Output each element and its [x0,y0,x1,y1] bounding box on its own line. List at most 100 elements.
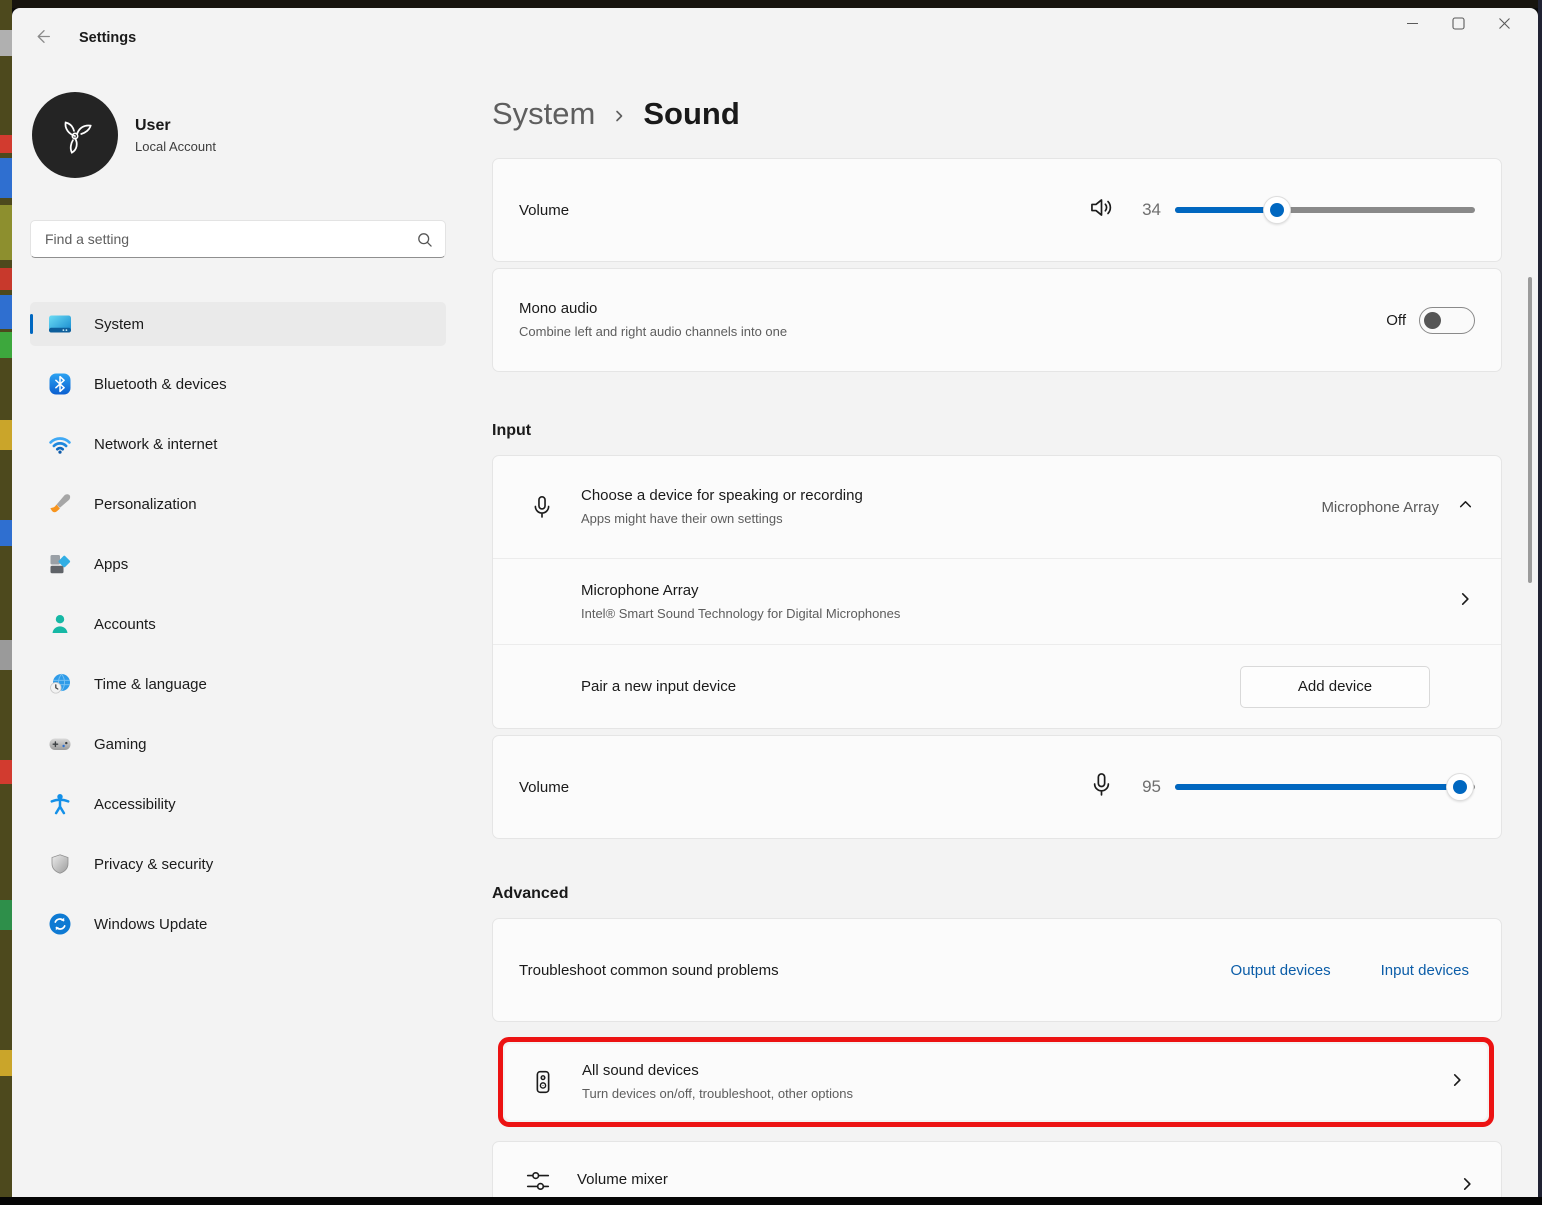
input-devices-link[interactable]: Input devices [1381,962,1469,979]
advanced-section-header: Advanced [492,885,1502,903]
sidebar-item-label: Personalization [94,496,197,513]
sidebar-item-accounts[interactable]: Accounts [30,602,446,646]
chevron-up-icon[interactable] [1458,497,1473,517]
refresh-icon [48,912,72,936]
mono-audio-description: Combine left and right audio channels in… [519,323,787,341]
input-volume-label: Volume [519,779,569,796]
chevron-right-icon [1449,1072,1465,1093]
all-sound-devices-row[interactable]: All sound devices Turn devices on/off, t… [505,1044,1487,1120]
desktop-background-edge [0,0,12,1197]
all-sound-devices-description: Turn devices on/off, troubleshoot, other… [582,1085,853,1103]
sidebar-item-label: System [94,316,144,333]
breadcrumb: System Sound [492,92,1502,136]
wifi-icon [48,432,72,456]
input-volume-card: Volume 95 [492,735,1502,839]
system-icon [48,312,72,336]
sidebar-item-system[interactable]: System [30,302,446,346]
search-input[interactable] [31,221,445,257]
settings-window: Settings User Local Account [12,8,1538,1197]
mixer-sliders-icon [525,1168,551,1194]
microphone-icon[interactable] [1088,771,1115,803]
sidebar-item-label: Bluetooth & devices [94,376,227,393]
red-highlight-annotation: All sound devices Turn devices on/off, t… [498,1037,1494,1127]
sidebar-item-time-language[interactable]: Time & language [30,662,446,706]
choose-input-device-title: Choose a device for speaking or recordin… [581,486,863,506]
user-name: User [135,117,216,135]
slider-thumb[interactable] [1446,773,1474,801]
speaker-icon[interactable] [1088,194,1115,226]
input-volume-value: 95 [1137,777,1161,797]
input-section-header: Input [492,422,1502,440]
person-icon [48,612,72,636]
all-sound-devices-title: All sound devices [582,1061,853,1081]
close-button[interactable] [1481,8,1527,44]
input-volume-slider[interactable] [1175,773,1475,801]
chevron-right-icon [1459,1176,1475,1197]
apps-icon [48,552,72,576]
mono-audio-title: Mono audio [519,299,787,319]
maximize-button[interactable] [1435,8,1481,44]
sidebar-item-apps[interactable]: Apps [30,542,446,586]
sidebar-item-label: Network & internet [94,436,217,453]
search-icon[interactable] [417,232,433,253]
sidebar-item-label: Windows Update [94,916,207,933]
sidebar-item-personalization[interactable]: Personalization [30,482,446,526]
back-button[interactable] [26,24,60,54]
mono-audio-toggle[interactable] [1419,307,1475,334]
main-content: System Sound Volume 34 [492,68,1502,1197]
sidebar-item-windows-update[interactable]: Windows Update [30,902,446,946]
user-account-type: Local Account [135,139,216,154]
output-volume-value: 34 [1137,200,1161,220]
gamepad-icon [48,732,72,756]
input-device-description: Intel® Smart Sound Technology for Digita… [581,605,900,623]
pair-device-label: Pair a new input device [581,678,736,695]
output-volume-label: Volume [519,202,569,219]
speaker-cabinet-icon [530,1069,556,1095]
input-device-name: Microphone Array [581,581,900,601]
close-icon [1497,16,1512,36]
sidebar-item-accessibility[interactable]: Accessibility [30,782,446,826]
toggle-knob [1424,312,1441,329]
pair-input-device-row: Pair a new input device Add device [493,645,1501,728]
volume-mixer-row[interactable]: Volume mixer [492,1141,1502,1197]
user-avatar-razer-logo [32,92,118,178]
sidebar-item-label: Accessibility [94,796,176,813]
output-volume-card: Volume 34 [492,158,1502,262]
titlebar: Settings [12,8,1538,68]
sidebar: User Local Account System Bluetooth & [12,68,484,1197]
choose-input-device-row[interactable]: Choose a device for speaking or recordin… [493,456,1501,559]
troubleshoot-label: Troubleshoot common sound problems [519,962,779,979]
breadcrumb-chevron-icon [612,109,626,123]
minimize-button[interactable] [1389,8,1435,44]
sidebar-item-bluetooth-devices[interactable]: Bluetooth & devices [30,362,446,406]
sidebar-item-label: Apps [94,556,128,573]
input-devices-card: Choose a device for speaking or recordin… [492,455,1502,729]
slider-thumb[interactable] [1263,196,1291,224]
sidebar-item-network-internet[interactable]: Network & internet [30,422,446,466]
output-volume-slider[interactable] [1175,196,1475,224]
sidebar-item-label: Accounts [94,616,156,633]
microphone-icon [529,494,555,520]
output-devices-link[interactable]: Output devices [1231,962,1331,979]
app-title: Settings [79,30,136,46]
sidebar-nav: System Bluetooth & devices Network & int… [12,302,484,946]
sidebar-item-gaming[interactable]: Gaming [30,722,446,766]
sidebar-item-label: Time & language [94,676,207,693]
minimize-icon [1405,16,1420,36]
scrollbar[interactable] [1528,277,1532,583]
selected-input-device: Microphone Array [1321,499,1439,516]
bluetooth-icon [48,372,72,396]
add-device-button[interactable]: Add device [1240,666,1430,708]
sidebar-item-privacy-security[interactable]: Privacy & security [30,842,446,886]
page-title: Sound [643,96,739,132]
microphone-array-row[interactable]: Microphone Array Intel® Smart Sound Tech… [493,559,1501,645]
globe-clock-icon [48,672,72,696]
troubleshoot-card: Troubleshoot common sound problems Outpu… [492,918,1502,1022]
screen-bottom-bar [0,1197,1542,1205]
user-account-row[interactable]: User Local Account [32,92,484,178]
mono-audio-state: Off [1386,312,1406,329]
sidebar-item-label: Privacy & security [94,856,213,873]
volume-mixer-title: Volume mixer [577,1170,668,1190]
maximize-icon [1451,16,1466,36]
breadcrumb-system[interactable]: System [492,96,595,132]
